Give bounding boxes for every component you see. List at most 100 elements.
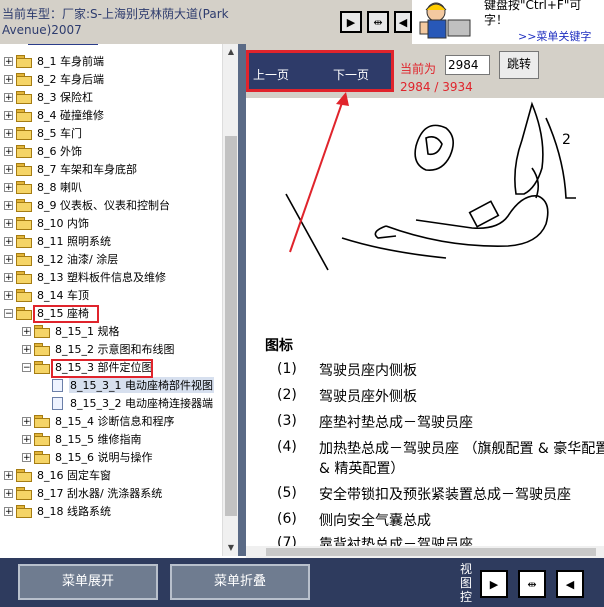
tree-folder-item[interactable]: +8_7 车架和车身底部	[4, 160, 138, 178]
h-scroll-thumb[interactable]	[266, 548, 596, 556]
tree-folder-item[interactable]: +8_8 喇叭	[4, 178, 83, 196]
view-left-button[interactable]: ▶	[480, 570, 508, 598]
tree-item-label: 8_11 照明系统	[37, 235, 111, 248]
tree-folder-item[interactable]: +8_15_1 规格	[22, 322, 121, 340]
tree-folder-item[interactable]: +8_10 内饰	[4, 214, 90, 232]
expand-menu-button[interactable]: 菜单展开	[18, 564, 158, 600]
expand-icon[interactable]: +	[4, 488, 13, 498]
expand-icon[interactable]: +	[4, 470, 13, 480]
tree-document-item[interactable]: 8_15_3_1 电动座椅部件视图	[40, 376, 214, 394]
folder-icon	[16, 199, 32, 212]
expand-icon[interactable]: +	[4, 218, 13, 228]
content-horizontal-scrollbar[interactable]	[246, 546, 604, 558]
tree-folder-item[interactable]: +8_16 固定车窗	[4, 466, 112, 484]
tree-item-label: 8_9 仪表板、仪表和控制台	[37, 199, 170, 212]
seat-parts-diagram: 2	[285, 101, 576, 271]
arrow-left-icon: ◀	[565, 577, 575, 591]
tree-folder-item[interactable]: +8_15_6 说明与操作	[22, 448, 154, 466]
tree-folder-item[interactable]: +8_12 油漆/ 涂层	[4, 250, 119, 268]
expand-icon[interactable]: +	[22, 452, 31, 462]
tree-folder-item[interactable]: +8_11 照明系统	[4, 232, 112, 250]
expand-icon[interactable]: +	[4, 200, 13, 210]
tree-item-label: 8_6 外饰	[37, 145, 82, 158]
tree-folder-item[interactable]: +8_3 保险杠	[4, 88, 94, 106]
pane-divider[interactable]	[238, 44, 246, 556]
expand-icon[interactable]: +	[4, 272, 13, 282]
expand-icon[interactable]: +	[4, 56, 13, 66]
folder-icon	[34, 433, 50, 446]
folder-open-icon	[34, 361, 50, 374]
tree-item-label: 8_2 车身后端	[37, 73, 104, 86]
tree-item-label: 8_14 车顶	[37, 289, 89, 302]
tree-item-label: 8_16 固定车窗	[37, 469, 111, 482]
expand-icon[interactable]: +	[4, 164, 13, 174]
expand-icon[interactable]: +	[4, 254, 13, 264]
folder-icon	[16, 181, 32, 194]
tree-folder-item[interactable]: +8_15_4 诊断信息和程序	[22, 412, 176, 430]
collapse-menu-button[interactable]: 菜单折叠	[170, 564, 310, 600]
tree-folder-item[interactable]: +8_15_5 维修指南	[22, 430, 143, 448]
expand-icon[interactable]: +	[4, 74, 13, 84]
folder-icon	[16, 73, 32, 86]
view-right-button[interactable]: ◀	[556, 570, 584, 598]
collapse-icon[interactable]: −	[22, 362, 31, 372]
folder-icon	[34, 451, 50, 464]
top-toolbar: 当前车型：厂家:S-上海别克林荫大道(Park Avenue)2007 ▶ ⇹ …	[0, 0, 604, 45]
tree-item-label: 8_18 线路系统	[37, 505, 111, 518]
expand-icon[interactable]: +	[4, 290, 13, 300]
jump-button[interactable]: 跳转	[499, 51, 539, 79]
tree-item-label: 8_13 塑料板件信息及维修	[37, 271, 166, 284]
expand-icon[interactable]: +	[4, 128, 13, 138]
expand-icon[interactable]: +	[4, 92, 13, 102]
tree-item-label: 8_15_5 维修指南	[55, 433, 142, 446]
tree-folder-item[interactable]: +8_18 线路系统	[4, 502, 112, 520]
expand-icon[interactable]: +	[4, 182, 13, 192]
folder-icon	[16, 469, 32, 482]
tree-scrollbar[interactable]: ▲ ▼	[222, 44, 239, 556]
folder-icon	[16, 55, 32, 68]
tree-folder-item[interactable]: +8_1 车身前端	[4, 52, 105, 70]
collapse-icon[interactable]: −	[4, 308, 13, 318]
tree-folder-item[interactable]: +8_5 车门	[4, 124, 83, 142]
expand-icon[interactable]: +	[4, 506, 13, 516]
layout-split-button[interactable]: ⇹	[367, 11, 389, 33]
page-number-input[interactable]	[445, 55, 490, 75]
expand-icon[interactable]: +	[22, 344, 31, 354]
hint-line-1: 键盘按"Ctrl+F"可	[484, 0, 582, 12]
expand-icon[interactable]: +	[22, 326, 31, 336]
tree-folder-item[interactable]: +8_15_2 示意图和布线图	[22, 340, 176, 358]
tree-item-label: 8_10 内饰	[37, 217, 89, 230]
expand-icon[interactable]: +	[4, 110, 13, 120]
scroll-up-icon[interactable]: ▲	[223, 44, 239, 60]
tree-item-label: 8_15_4 诊断信息和程序	[55, 415, 175, 428]
tree-item-label: 8_1 车身前端	[37, 55, 104, 68]
view-control-label: 视图控	[460, 562, 473, 604]
tree-folder-item[interactable]: +8_9 仪表板、仪表和控制台	[4, 196, 171, 214]
scroll-down-icon[interactable]: ▼	[223, 540, 239, 556]
legend-item-text: 安全带锁扣及预张紧装置总成－驾驶员座	[319, 487, 571, 503]
layout-left-button[interactable]: ▶	[340, 11, 362, 33]
tree-folder-item[interactable]: +8_17 刮水器/ 洗涤器系统	[4, 484, 163, 502]
tree-item-label: 8_17 刮水器/ 洗涤器系统	[37, 487, 163, 500]
next-page-button[interactable]: 下一页	[333, 66, 369, 83]
folder-icon	[34, 415, 50, 428]
layout-right-button[interactable]: ◀	[394, 11, 412, 33]
expand-icon[interactable]: +	[22, 416, 31, 426]
prev-page-button[interactable]: 上一页	[253, 66, 289, 83]
tree-folder-item[interactable]: +8_4 碰撞维修	[4, 106, 105, 124]
tree-item-label: 8_3 保险杠	[37, 91, 93, 104]
tree-document-item[interactable]: 8_15_3_2 电动座椅连接器端	[40, 394, 214, 412]
view-split-button[interactable]: ⇹	[518, 570, 546, 598]
tree-folder-item[interactable]: +8_14 车顶	[4, 286, 90, 304]
expand-icon[interactable]: +	[4, 236, 13, 246]
tree-folder-item[interactable]: +8_2 车身后端	[4, 70, 105, 88]
folder-icon	[16, 289, 32, 302]
tree-folder-item[interactable]: +8_6 外饰	[4, 142, 83, 160]
expand-icon[interactable]: +	[22, 434, 31, 444]
split-arrows-icon: ⇹	[373, 15, 383, 29]
expand-icon[interactable]: +	[4, 146, 13, 156]
menu-tree: +8_1 车身前端 +8_2 车身后端 +8_3 保险杠 +8_4 碰撞维修 +8_5 …	[0, 44, 222, 556]
scroll-thumb[interactable]	[225, 136, 237, 516]
menu-keyword-link[interactable]: >>菜单关键字	[518, 28, 591, 44]
tree-folder-item[interactable]: +8_13 塑料板件信息及维修	[4, 268, 167, 286]
